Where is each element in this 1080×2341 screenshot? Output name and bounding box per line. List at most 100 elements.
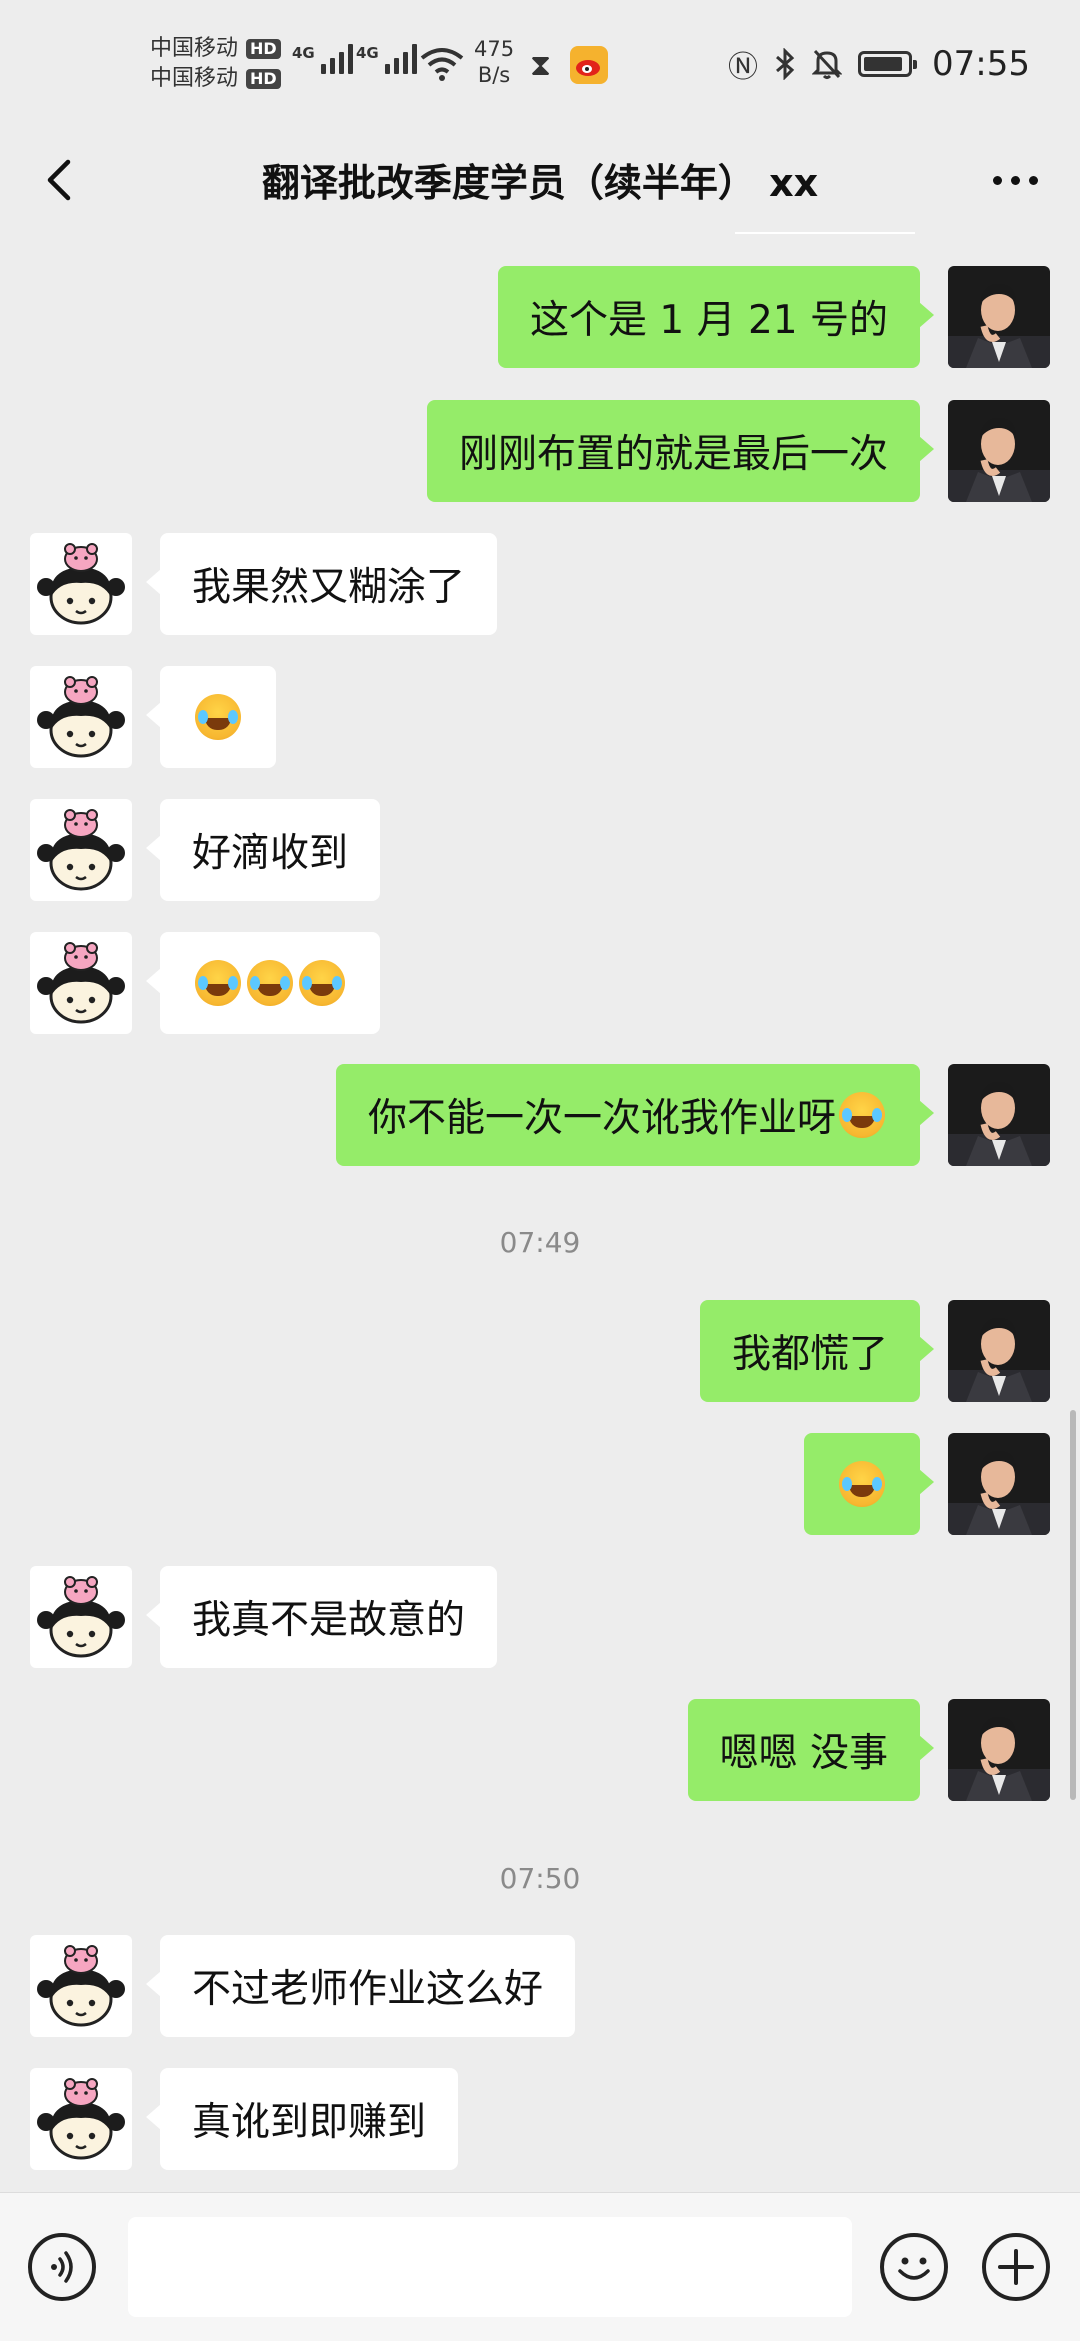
- battery-icon: [858, 51, 918, 77]
- message-received: [0, 932, 1080, 1034]
- avatar-teacher[interactable]: [948, 266, 1050, 368]
- timestamp: 07:49: [499, 1226, 581, 1259]
- weibo-icon: [570, 46, 608, 84]
- message-sent: [0, 1433, 1080, 1535]
- hourglass-icon: ⧗: [530, 48, 552, 83]
- back-button[interactable]: [30, 148, 94, 212]
- message-bubble[interactable]: 我都慌了: [699, 1300, 935, 1402]
- emoji-icon: [839, 1461, 885, 1507]
- net-speed-unit: B/s: [477, 63, 511, 87]
- message-text: 我都慌了: [731, 1332, 888, 1377]
- battery-fill: [864, 57, 903, 71]
- message-bubble[interactable]: 真讹到即赚到: [145, 2068, 459, 2170]
- timestamp: 07:50: [499, 1862, 581, 1895]
- chevron-left-icon: [47, 159, 71, 201]
- mute-icon: [812, 49, 843, 79]
- net-speed: 475 B/s: [474, 36, 514, 88]
- status-icons-right: Ⓝ 07:55: [728, 42, 1030, 86]
- message-text: 刚刚布置的就是最后一次: [458, 432, 888, 477]
- avatar-student[interactable]: [30, 1935, 132, 2037]
- more-button[interactable]: [980, 152, 1050, 208]
- avatar-teacher[interactable]: [948, 1699, 1050, 1801]
- scrollbar[interactable]: [1070, 1410, 1076, 1800]
- nfc-icon: Ⓝ: [728, 50, 759, 85]
- message-sent: 我都慌了: [0, 1300, 1080, 1402]
- avatar-student[interactable]: [30, 799, 132, 901]
- signal-icon: 4G: [356, 44, 417, 74]
- carrier-name-1: 中国移动: [150, 36, 239, 61]
- avatar-student-icon: [30, 799, 132, 901]
- more-dots-icon: [992, 175, 1002, 185]
- message-sent: 你不能一次一次讹我作业呀: [0, 1064, 1080, 1166]
- message-received: [0, 666, 1080, 768]
- avatar-student-icon: [30, 2068, 132, 2170]
- message-bubble[interactable]: [146, 666, 276, 768]
- message-bubble[interactable]: 你不能一次一次讹我作业呀: [335, 1064, 935, 1166]
- avatar-teacher-icon: [948, 1300, 1050, 1402]
- voice-button[interactable]: [28, 2233, 96, 2301]
- add-button[interactable]: [982, 2233, 1050, 2301]
- input-bar: [0, 2192, 1080, 2341]
- message-text: 嗯嗯 没事: [719, 1731, 888, 1776]
- network-type-2: 4G: [356, 44, 379, 62]
- message-bubble[interactable]: 我果然又糊涂了: [145, 533, 498, 635]
- message-bubble[interactable]: 嗯嗯 没事: [687, 1699, 935, 1801]
- emoji-icon: [299, 960, 345, 1006]
- message-bubble[interactable]: 不过老师作业这么好: [145, 1935, 576, 2037]
- message-received: 真讹到即赚到: [0, 2068, 1080, 2170]
- message-bubble[interactable]: [146, 932, 380, 1034]
- avatar-student-icon: [30, 932, 132, 1034]
- hd-badge: HD: [246, 69, 281, 89]
- avatar-student[interactable]: [30, 533, 132, 635]
- avatar-teacher[interactable]: [948, 1064, 1050, 1166]
- avatar-student[interactable]: [30, 1566, 132, 1668]
- wifi-icon: [420, 48, 464, 81]
- message-text: 不过老师作业这么好: [192, 1967, 544, 2012]
- avatar-teacher-icon: [948, 400, 1050, 502]
- emoji-icon: [839, 1092, 885, 1138]
- chat-title: 翻译批改季度学员（续半年） xx: [261, 161, 819, 205]
- avatar-student-icon: [30, 1566, 132, 1668]
- avatar-teacher-icon: [948, 1433, 1050, 1535]
- avatar-student[interactable]: [30, 2068, 132, 2170]
- emoji-button[interactable]: [880, 2233, 948, 2301]
- carrier-info: 中国移动 HD 中国移动 HD: [150, 34, 281, 94]
- message-sent: 刚刚布置的就是最后一次: [0, 400, 1080, 502]
- emoji-icon: [898, 2257, 930, 2280]
- avatar-student-icon: [30, 533, 132, 635]
- message-bubble[interactable]: 我真不是故意的: [145, 1566, 498, 1668]
- message-bubble[interactable]: 好滴收到: [145, 799, 381, 901]
- message-bubble[interactable]: 刚刚布置的就是最后一次: [426, 400, 935, 502]
- avatar-student[interactable]: [30, 666, 132, 768]
- status-time: 07:55: [932, 44, 1030, 84]
- message-received: 不过老师作业这么好: [0, 1935, 1080, 2037]
- message-text: 我真不是故意的: [192, 1598, 466, 1643]
- avatar-student[interactable]: [30, 932, 132, 1034]
- avatar-student-icon: [30, 666, 132, 768]
- emoji-icon: [247, 960, 293, 1006]
- message-sent: 嗯嗯 没事: [0, 1699, 1080, 1801]
- avatar-teacher[interactable]: [948, 1300, 1050, 1402]
- chat-header: 翻译批改季度学员（续半年） xx: [0, 130, 1080, 230]
- bluetooth-icon: [776, 48, 795, 80]
- avatar-teacher-icon: [948, 1699, 1050, 1801]
- carrier-name-2: 中国移动: [150, 66, 239, 91]
- avatar-teacher-icon: [948, 266, 1050, 368]
- message-text: 我果然又糊涂了: [192, 565, 466, 610]
- status-bar: 中国移动 HD 中国移动 HD 4G 4G 475 B/s ⧗ Ⓝ 07:55: [0, 0, 1080, 130]
- message-bubble[interactable]: 这个是 1 月 21 号的: [497, 266, 935, 368]
- hd-badge: HD: [246, 39, 281, 59]
- avatar-teacher[interactable]: [948, 1433, 1050, 1535]
- message-text: 好滴收到: [192, 831, 349, 876]
- message-bubble[interactable]: [804, 1433, 934, 1535]
- message-sent: 这个是 1 月 21 号的: [0, 266, 1080, 368]
- message-input[interactable]: [128, 2217, 852, 2317]
- message-received: 我果然又糊涂了: [0, 533, 1080, 635]
- message-text: 真讹到即赚到: [192, 2100, 427, 2145]
- avatar-teacher-icon: [948, 1064, 1050, 1166]
- emoji-icon: [195, 960, 241, 1006]
- network-type-1: 4G: [292, 44, 315, 62]
- chat-message-list[interactable]: 这个是 1 月 21 号的 刚刚布置的就是最后一次 我果然又糊涂了 好滴收到 你…: [0, 230, 1080, 2192]
- message-text: 你不能一次一次讹我作业呀: [367, 1096, 836, 1141]
- avatar-teacher[interactable]: [948, 400, 1050, 502]
